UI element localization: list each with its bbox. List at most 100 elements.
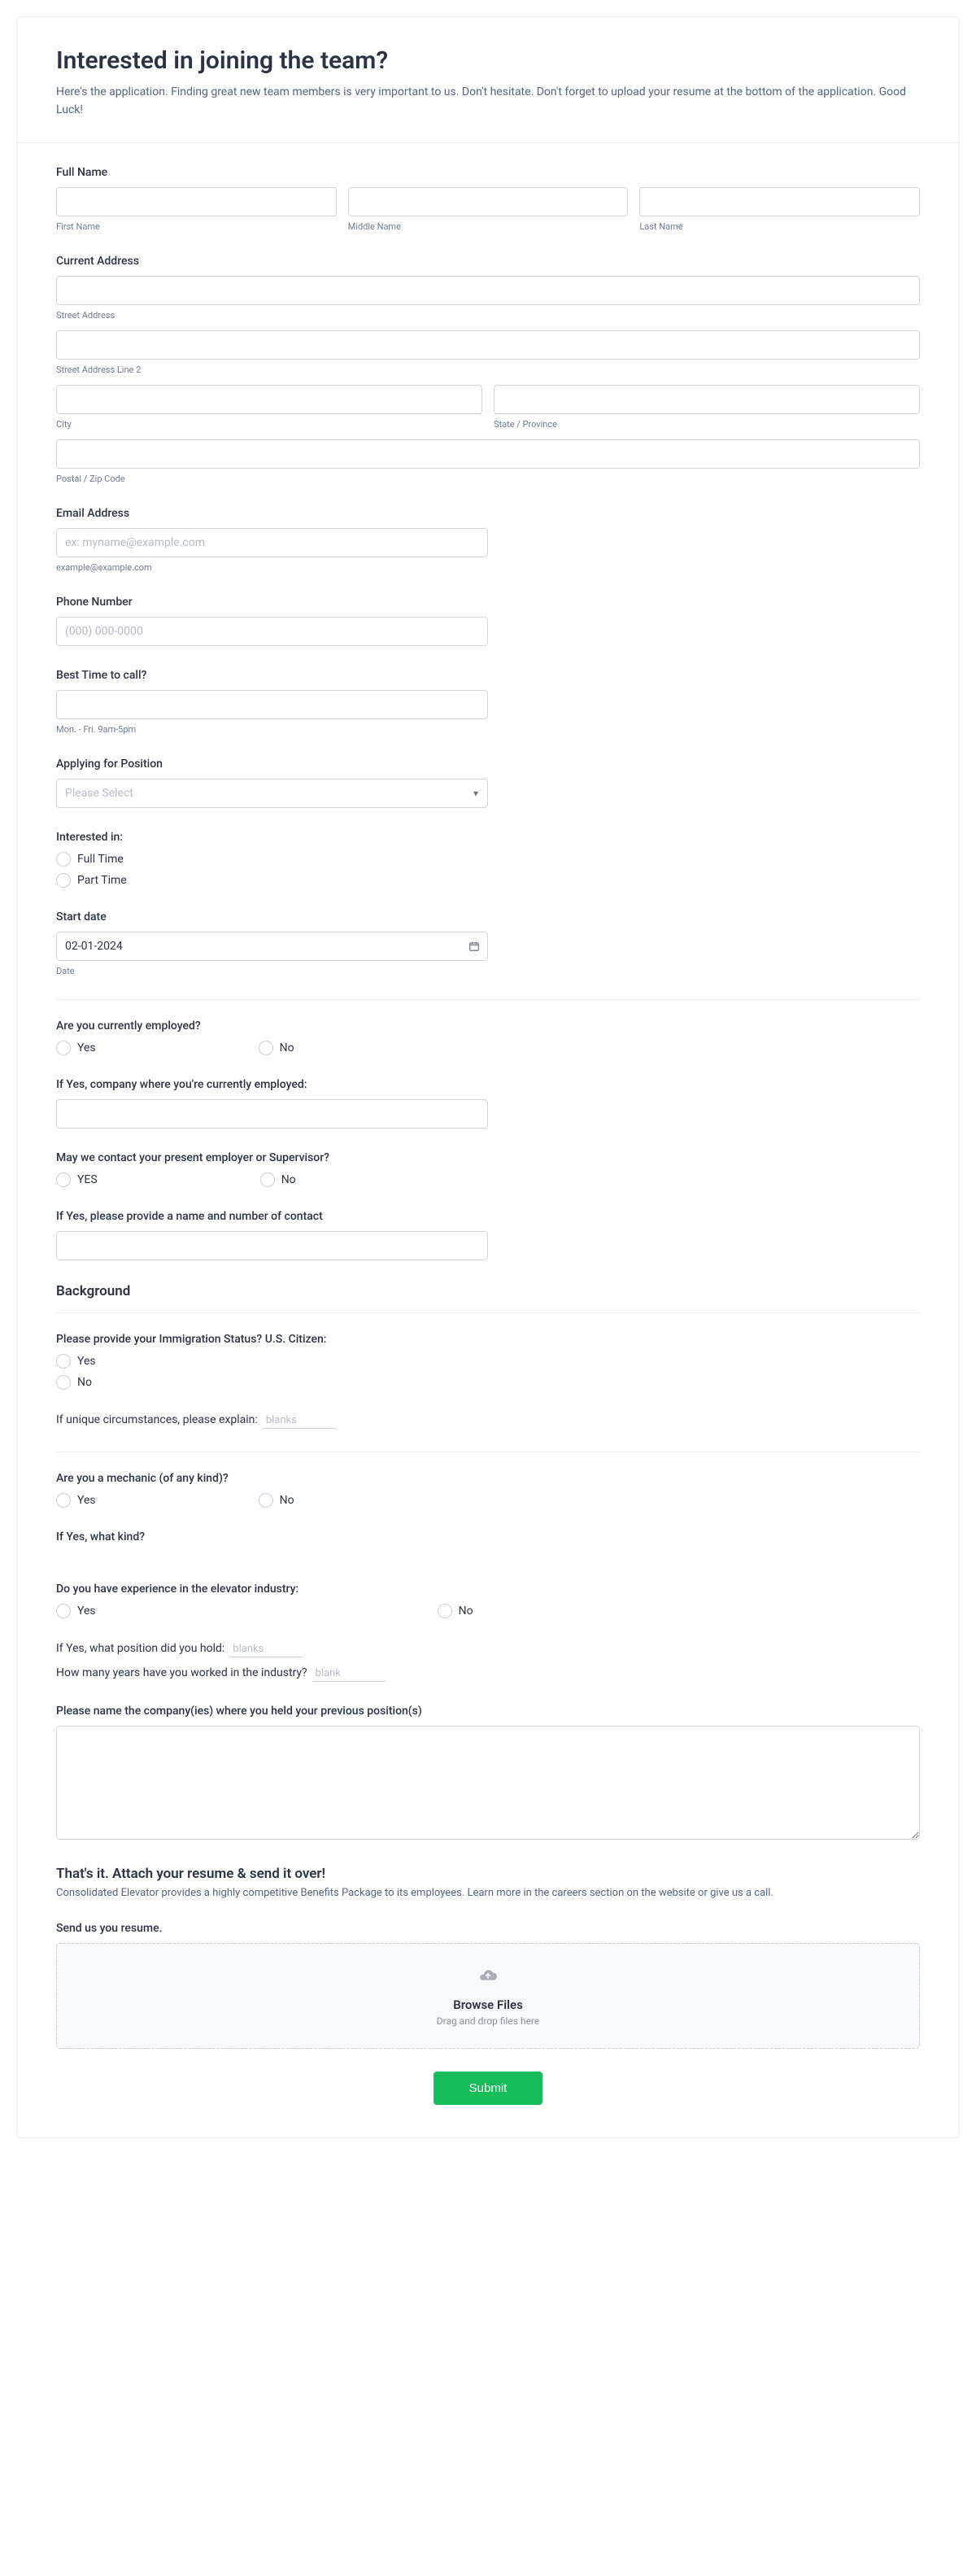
input-middle-name[interactable] bbox=[348, 187, 629, 216]
form-header: Interested in joining the team? Here's t… bbox=[17, 17, 959, 143]
label-company: If Yes, company where you're currently e… bbox=[56, 1078, 488, 1091]
field-full-name: Full Name First Name Middle Name Last Na… bbox=[56, 166, 920, 232]
upload-dnd-text: Drag and drop files here bbox=[78, 2015, 898, 2027]
label-elevator: Do you have experience in the elevator i… bbox=[56, 1583, 920, 1596]
input-last-name[interactable] bbox=[639, 187, 920, 216]
field-email: Email Address example@example.com bbox=[56, 507, 488, 573]
sublabel-middle-name: Middle Name bbox=[348, 221, 629, 232]
input-start-date[interactable] bbox=[56, 932, 488, 961]
label-phone: Phone Number bbox=[56, 596, 488, 609]
input-city[interactable] bbox=[56, 385, 482, 414]
radio-mechanic-no-input[interactable] bbox=[259, 1493, 273, 1508]
heading-resume: That's it. Attach your resume & send it … bbox=[56, 1866, 920, 1887]
field-start-date: Start date Date bbox=[56, 910, 920, 976]
input-street[interactable] bbox=[56, 276, 920, 305]
field-company: If Yes, company where you're currently e… bbox=[56, 1078, 488, 1129]
subtext-resume: Consolidated Elevator provides a highly … bbox=[56, 1885, 920, 1902]
submit-button[interactable]: Submit bbox=[434, 2072, 543, 2105]
input-contact-info[interactable] bbox=[56, 1231, 488, 1260]
label-best-time: Best Time to call? bbox=[56, 669, 488, 682]
field-mechanic: Are you a mechanic (of any kind)? Yes No bbox=[56, 1472, 920, 1508]
select-position[interactable]: Please Select bbox=[56, 779, 488, 808]
field-interested: Interested in: Full Time Part Time bbox=[56, 831, 920, 888]
radio-part-time-label: Part Time bbox=[77, 874, 127, 887]
field-employed: Are you currently employed? Yes No bbox=[56, 1019, 920, 1055]
form-body: Full Name First Name Middle Name Last Na… bbox=[17, 143, 959, 2137]
sublabel-street: Street Address bbox=[56, 310, 920, 321]
label-prev-position: If Yes, what position did you hold: bbox=[56, 1642, 224, 1655]
label-address: Current Address bbox=[56, 255, 920, 268]
label-immigration: Please provide your Immigration Status? … bbox=[56, 1333, 920, 1346]
field-upload: Send us you resume. Browse Files Drag an… bbox=[56, 1922, 920, 2049]
divider bbox=[56, 999, 920, 1000]
radio-mechanic-yes-label: Yes bbox=[77, 1494, 96, 1507]
radio-full-time-input[interactable] bbox=[56, 852, 71, 867]
input-best-time[interactable] bbox=[56, 690, 488, 719]
input-postal[interactable] bbox=[56, 439, 920, 469]
sublabel-city: City bbox=[56, 419, 482, 430]
upload-browse-text: Browse Files bbox=[78, 1997, 898, 2012]
input-prev-position[interactable] bbox=[229, 1641, 303, 1657]
radio-contact-no-label: No bbox=[281, 1173, 296, 1186]
radio-immigration-yes-input[interactable] bbox=[56, 1354, 71, 1369]
label-employed: Are you currently employed? bbox=[56, 1019, 920, 1033]
radio-immigration-no-input[interactable] bbox=[56, 1375, 71, 1390]
radio-part-time[interactable]: Part Time bbox=[56, 873, 920, 888]
radio-part-time-input[interactable] bbox=[56, 873, 71, 888]
field-contact: May we contact your present employer or … bbox=[56, 1151, 920, 1187]
radio-immigration-yes[interactable]: Yes bbox=[56, 1354, 920, 1369]
input-unique[interactable] bbox=[263, 1412, 336, 1429]
radio-elevator-no-label: No bbox=[459, 1605, 473, 1618]
input-email[interactable] bbox=[56, 528, 488, 557]
sublabel-start-date: Date bbox=[56, 966, 920, 976]
label-contact: May we contact your present employer or … bbox=[56, 1151, 920, 1164]
radio-employed-no[interactable]: No bbox=[259, 1041, 294, 1055]
upload-dropzone[interactable]: Browse Files Drag and drop files here bbox=[56, 1943, 920, 2049]
label-contact-info: If Yes, please provide a name and number… bbox=[56, 1210, 488, 1223]
radio-mechanic-no[interactable]: No bbox=[259, 1493, 294, 1508]
sublabel-street2: Street Address Line 2 bbox=[56, 365, 920, 375]
radio-mechanic-yes-input[interactable] bbox=[56, 1493, 71, 1508]
radio-employed-yes-label: Yes bbox=[77, 1041, 96, 1054]
radio-employed-no-input[interactable] bbox=[259, 1041, 273, 1055]
radio-elevator-no-input[interactable] bbox=[438, 1604, 452, 1618]
label-start-date: Start date bbox=[56, 910, 920, 923]
field-companies: Please name the company(ies) where you h… bbox=[56, 1705, 920, 1843]
label-position: Applying for Position bbox=[56, 758, 488, 771]
input-state[interactable] bbox=[494, 385, 920, 414]
cloud-upload-icon bbox=[473, 1965, 503, 1986]
radio-contact-yes-label: YES bbox=[77, 1173, 98, 1186]
field-contact-info: If Yes, please provide a name and number… bbox=[56, 1210, 488, 1260]
input-first-name[interactable] bbox=[56, 187, 337, 216]
radio-contact-no-input[interactable] bbox=[260, 1172, 275, 1187]
radio-employed-yes-input[interactable] bbox=[56, 1041, 71, 1055]
radio-contact-yes[interactable]: YES bbox=[56, 1172, 98, 1187]
radio-elevator-yes-input[interactable] bbox=[56, 1604, 71, 1618]
radio-elevator-yes-label: Yes bbox=[77, 1605, 96, 1618]
sublabel-state: State / Province bbox=[494, 419, 920, 430]
radio-immigration-yes-label: Yes bbox=[77, 1355, 96, 1368]
radio-contact-yes-input[interactable] bbox=[56, 1172, 71, 1187]
radio-employed-yes[interactable]: Yes bbox=[56, 1041, 96, 1055]
section-background: Background bbox=[56, 1283, 920, 1313]
input-company[interactable] bbox=[56, 1099, 488, 1129]
radio-immigration-no-label: No bbox=[77, 1376, 92, 1389]
radio-employed-no-label: No bbox=[280, 1041, 294, 1054]
radio-elevator-no[interactable]: No bbox=[438, 1604, 473, 1618]
input-street2[interactable] bbox=[56, 330, 920, 360]
radio-full-time[interactable]: Full Time bbox=[56, 852, 920, 867]
page-title: Interested in joining the team? bbox=[56, 46, 920, 75]
field-unique: If unique circumstances, please explain: bbox=[56, 1412, 920, 1429]
input-phone[interactable] bbox=[56, 617, 488, 646]
input-years[interactable] bbox=[312, 1666, 386, 1682]
submit-wrap: Submit bbox=[56, 2072, 920, 2105]
field-years: How many years have you worked in the in… bbox=[56, 1666, 920, 1682]
radio-contact-no[interactable]: No bbox=[260, 1172, 296, 1187]
radio-elevator-yes[interactable]: Yes bbox=[56, 1604, 96, 1618]
textarea-companies[interactable] bbox=[56, 1726, 920, 1840]
radio-immigration-no[interactable]: No bbox=[56, 1375, 920, 1390]
sublabel-last-name: Last Name bbox=[639, 221, 920, 232]
page-subtitle: Here's the application. Finding great ne… bbox=[56, 83, 920, 120]
radio-mechanic-no-label: No bbox=[280, 1494, 294, 1507]
radio-mechanic-yes[interactable]: Yes bbox=[56, 1493, 96, 1508]
